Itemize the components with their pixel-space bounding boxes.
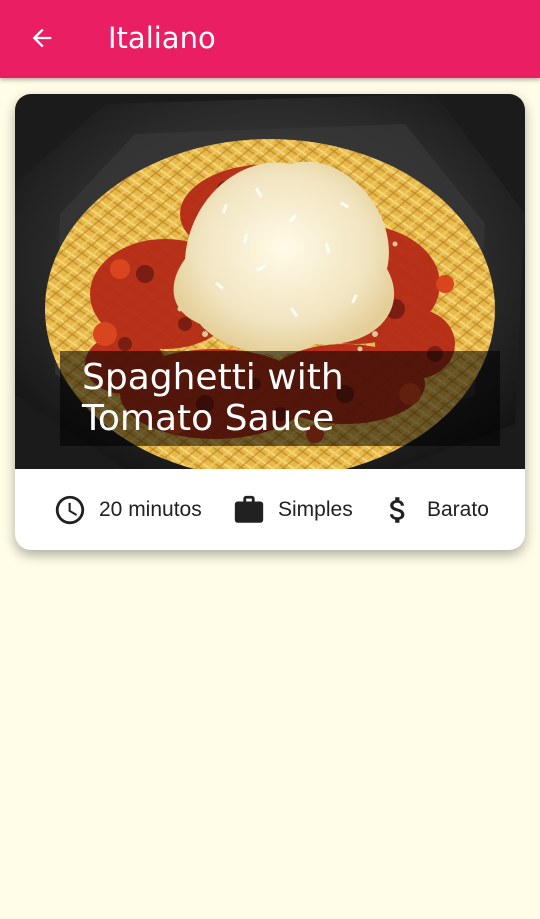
back-button[interactable] <box>16 12 68 64</box>
dollar-icon <box>389 496 405 523</box>
page-title: Italiano <box>108 21 216 55</box>
affordability-label: Barato <box>427 497 489 521</box>
meal-title-overlay: Spaghetti with Tomato Sauce <box>60 351 500 446</box>
complexity-label: Simples <box>278 497 353 521</box>
briefcase-icon <box>234 495 264 523</box>
app-bar: Italiano <box>0 0 540 78</box>
arrow-back-icon <box>32 28 52 48</box>
complexity-info: Simples <box>232 469 353 550</box>
meal-title: Spaghetti with Tomato Sauce <box>82 357 344 439</box>
meal-card[interactable]: Spaghetti with Tomato Sauce 20 minutos S… <box>15 94 525 550</box>
affordability-info: Barato <box>381 469 489 550</box>
duration-label: 20 minutos <box>99 497 202 521</box>
duration-info: 20 minutos <box>53 469 202 550</box>
clock-icon <box>55 495 85 524</box>
meal-info-row: 20 minutos Simples Barato <box>15 469 525 550</box>
